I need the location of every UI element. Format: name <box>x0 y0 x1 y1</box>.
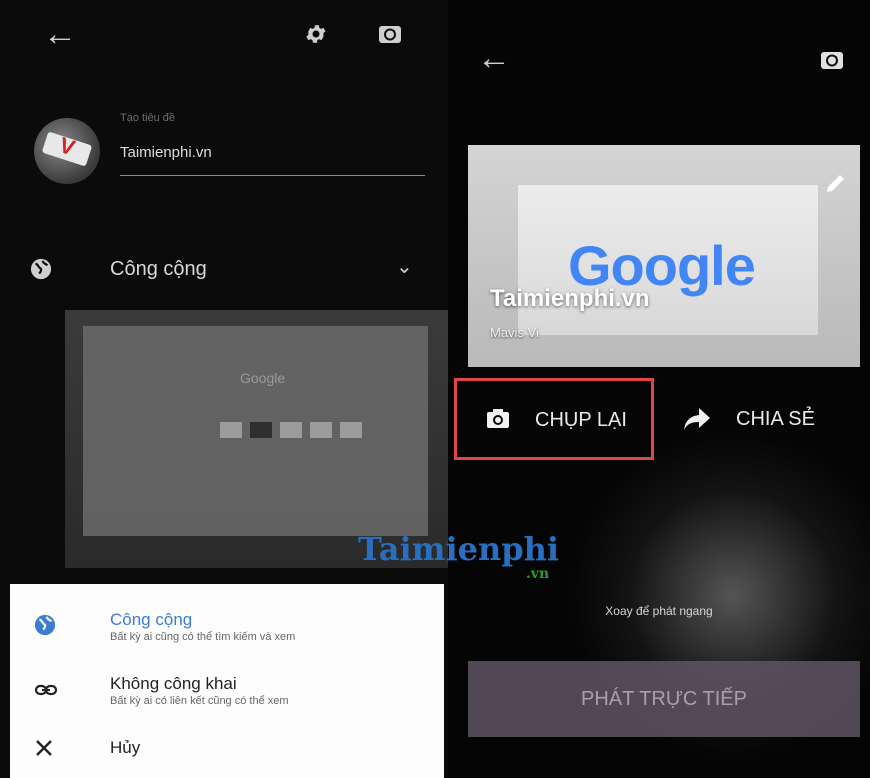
menu-item-unlisted[interactable]: Không công khai Bất kỳ ai có liên kết cũ… <box>10 668 444 724</box>
title-input[interactable]: Taimienphi.vn <box>120 144 425 176</box>
chevron-down-icon: ⌄ <box>396 256 413 278</box>
watermark: Taimienphi .vn <box>358 530 560 582</box>
rotate-hint: Xoay để phát ngang <box>605 604 713 618</box>
card-subtitle: Mavis Vi <box>490 325 539 340</box>
globe-icon <box>30 258 52 285</box>
share-label: CHIA SẺ <box>736 408 815 430</box>
gear-icon[interactable] <box>296 14 336 54</box>
share-arrow-icon <box>682 406 712 437</box>
pencil-icon[interactable] <box>824 171 848 200</box>
privacy-menu: Công cộng Bất kỳ ai cũng có thể tìm kiếm… <box>10 584 444 778</box>
switch-camera-icon[interactable] <box>812 40 852 80</box>
camera-icon <box>485 407 511 436</box>
menu-item-title: Hủy <box>110 738 141 757</box>
title-hint: Tạo tiêu đề <box>120 112 176 124</box>
watermark-sub: .vn <box>526 566 550 582</box>
globe-icon <box>34 614 58 638</box>
privacy-selector[interactable]: Công cộng ⌄ <box>0 244 448 294</box>
back-arrow-icon[interactable]: ← <box>40 14 80 54</box>
left-pane: ← V Tạo tiêu đề Taimienphi.vn Công cộng … <box>0 0 448 778</box>
menu-item-cancel[interactable]: Hủy <box>10 728 444 778</box>
menu-item-title: Không công khai <box>110 674 237 693</box>
privacy-label: Công cộng <box>110 258 207 280</box>
broadcast-thumbnail-card[interactable]: Google Taimienphi.vn Mavis Vi <box>468 145 860 367</box>
avatar[interactable]: V <box>34 118 100 184</box>
share-button[interactable]: CHIA SẺ <box>678 400 848 440</box>
back-arrow-icon[interactable]: ← <box>474 38 514 78</box>
watermark-text: Taimienphi <box>358 530 560 568</box>
menu-item-title: Công cộng <box>110 610 193 629</box>
close-icon <box>34 738 58 762</box>
menu-item-public[interactable]: Công cộng Bất kỳ ai cũng có thể tìm kiếm… <box>10 604 444 660</box>
retake-button[interactable]: CHỤP LẠI <box>454 378 654 460</box>
right-pane: ← Google Taimienphi.vn Mavis Vi CHỤP LẠI… <box>448 0 870 778</box>
go-live-button[interactable]: PHÁT TRỰC TIẾP <box>468 661 860 737</box>
retake-label: CHỤP LẠI <box>535 409 627 431</box>
menu-item-subtitle: Bất kỳ ai cũng có thể tìm kiếm và xem <box>110 631 296 643</box>
card-title: Taimienphi.vn <box>490 285 650 312</box>
link-icon <box>34 678 58 702</box>
preview-google-text: Google <box>240 370 286 386</box>
switch-camera-icon[interactable] <box>370 14 410 54</box>
menu-item-subtitle: Bất kỳ ai có liên kết cũng có thể xem <box>110 695 289 707</box>
